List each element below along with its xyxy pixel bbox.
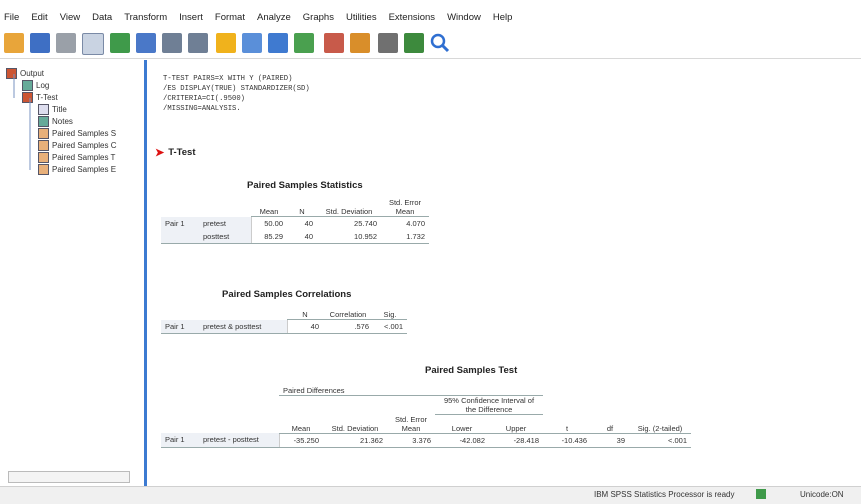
status-unicode: Unicode:ON (800, 490, 844, 499)
tree-item-paired-correlations[interactable]: Paired Samples C (38, 140, 116, 151)
tree-item-paired-test[interactable]: Paired Samples T (38, 152, 115, 163)
goto-case-icon[interactable] (242, 33, 262, 53)
recall-dialog-icon[interactable] (136, 33, 156, 53)
tree-item-notes[interactable]: Notes (38, 116, 73, 127)
selected-arrow-icon: ➤ (155, 147, 165, 159)
menu-insert[interactable]: Insert (179, 12, 203, 23)
search-icon[interactable] (430, 33, 450, 53)
processor-ready-icon (756, 489, 766, 499)
status-processor: IBM SPSS Statistics Processor is ready (594, 490, 735, 499)
table-row: Pair 1 pretest & posttest 40 .576 <.001 (161, 319, 407, 334)
menu-window[interactable]: Window (447, 12, 481, 23)
menu-data[interactable]: Data (92, 12, 112, 23)
print-preview-icon[interactable] (82, 33, 104, 55)
output-viewer-pane[interactable]: T-TEST PAIRS=X WITH Y (PAIRED) /ES DISPL… (147, 60, 861, 486)
insert-output-icon[interactable] (324, 33, 344, 53)
table-row: Pair 1 pretest - posttest -35.250 21.362… (161, 433, 691, 448)
paired-test-table[interactable]: Paired Differences 95% Confidence Interv… (161, 382, 691, 448)
menu-analyze[interactable]: Analyze (257, 12, 291, 23)
menu-graphs[interactable]: Graphs (303, 12, 334, 23)
output-outline-pane[interactable]: Output Log T-Test Title Notes Paired Sam… (0, 60, 147, 486)
outline-horizontal-scrollbar[interactable] (8, 471, 130, 483)
undo-icon[interactable] (162, 33, 182, 53)
goto-variable-icon[interactable] (268, 33, 288, 53)
menu-view[interactable]: View (60, 12, 80, 23)
print-icon[interactable] (56, 33, 76, 53)
menu-transform[interactable]: Transform (124, 12, 167, 23)
export-icon[interactable] (110, 33, 130, 53)
syntax-log: T-TEST PAIRS=X WITH Y (PAIRED) /ES DISPL… (163, 75, 310, 113)
paired-correlations-table[interactable]: N Correlation Sig. Pair 1 pretest & post… (161, 306, 407, 334)
menu-format[interactable]: Format (215, 12, 245, 23)
designate-window-icon[interactable] (350, 33, 370, 53)
save-icon[interactable] (30, 33, 50, 53)
toolbar (0, 28, 861, 59)
table-row: Pair 1 pretest 50.00 40 25.740 4.070 (161, 216, 429, 230)
tree-connector-lines (13, 74, 31, 170)
status-bar: IBM SPSS Statistics Processor is ready U… (0, 486, 861, 504)
show-icon[interactable] (404, 33, 424, 53)
stats-table-title: Paired Samples Statistics (247, 180, 363, 191)
menu-help[interactable]: Help (493, 12, 513, 23)
tree-item-paired-effect-sizes[interactable]: Paired Samples E (38, 164, 116, 175)
variables-icon[interactable] (294, 33, 314, 53)
goto-data-icon[interactable] (216, 33, 236, 53)
ttest-heading[interactable]: ➤ T-Test (155, 146, 196, 159)
redo-icon[interactable] (188, 33, 208, 53)
open-folder-icon[interactable] (4, 33, 24, 53)
table-row: posttest 85.29 40 10.952 1.732 (161, 230, 429, 244)
tree-item-title[interactable]: Title (38, 104, 67, 115)
ptest-table-title: Paired Samples Test (425, 365, 518, 376)
tree-item-paired-statistics[interactable]: Paired Samples S (38, 128, 116, 139)
corr-table-title: Paired Samples Correlations (222, 289, 352, 300)
menu-edit[interactable]: Edit (31, 12, 47, 23)
paired-statistics-table[interactable]: Mean N Std. Deviation Std. Error Mean Pa… (161, 198, 429, 244)
menu-utilities[interactable]: Utilities (346, 12, 377, 23)
menu-bar: File Edit View Data Transform Insert For… (0, 8, 861, 26)
menu-extensions[interactable]: Extensions (389, 12, 435, 23)
menu-file[interactable]: File (4, 12, 19, 23)
hide-icon[interactable] (378, 33, 398, 53)
